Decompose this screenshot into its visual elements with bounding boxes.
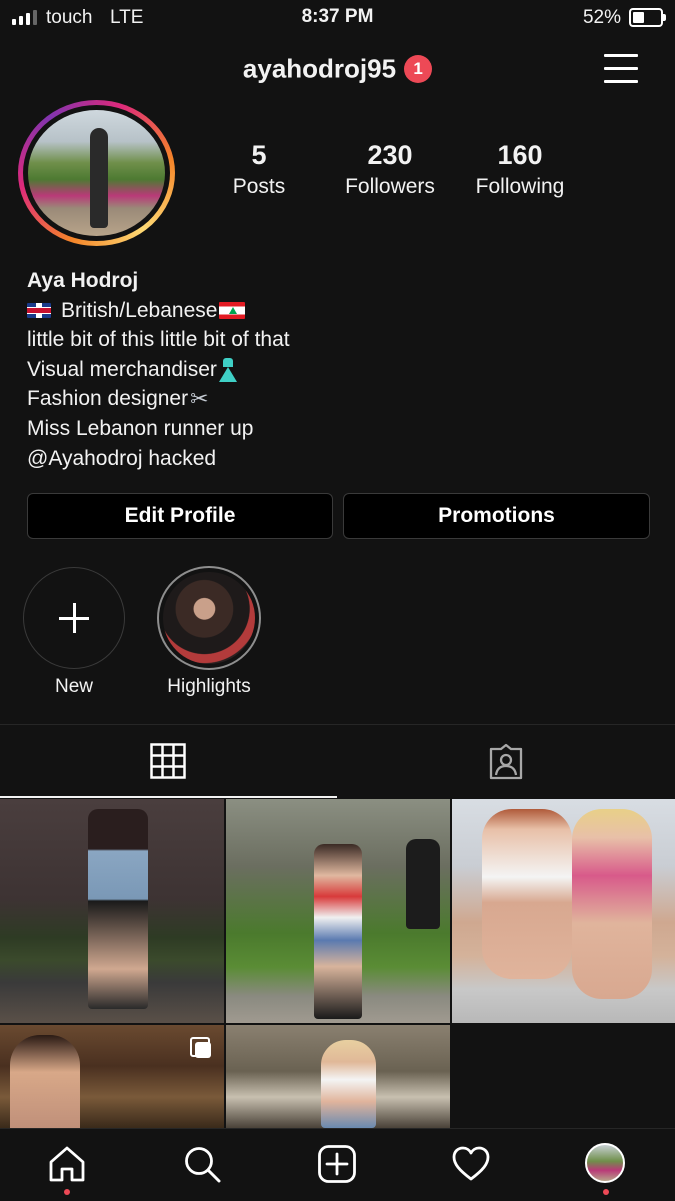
multiple-images-icon	[190, 1037, 212, 1059]
followers-count[interactable]: 230 Followers	[332, 140, 448, 199]
new-highlight-button[interactable]	[23, 567, 125, 669]
highlight-label: Highlights	[167, 676, 251, 697]
profile-avatar[interactable]	[28, 110, 165, 236]
bio-line: Miss Lebanon runner up	[27, 417, 254, 441]
highlight-label-new: New	[54, 676, 93, 697]
add-post-icon[interactable]	[317, 1144, 357, 1184]
dress-icon	[218, 357, 237, 382]
notification-badge[interactable]: 1	[404, 55, 433, 84]
promotions-button[interactable]: Promotions	[343, 493, 650, 539]
highlight-story[interactable]	[157, 566, 261, 670]
highlight-thumbnail	[163, 572, 255, 664]
post-thumbnail[interactable]	[226, 1025, 450, 1128]
bottom-nav	[0, 1128, 675, 1201]
profile-avatar-story-ring[interactable]	[18, 100, 175, 246]
bio-line: little bit of this little bit of that	[27, 328, 290, 351]
battery-percent: 52%	[582, 7, 621, 28]
edit-profile-button[interactable]: Edit Profile	[27, 493, 333, 539]
lebanon-flag-icon	[219, 302, 246, 320]
plus-icon	[59, 603, 89, 633]
following-count[interactable]: 160 Following	[462, 140, 578, 199]
post-thumbnail[interactable]	[0, 799, 224, 1023]
home-active-dot	[64, 1189, 70, 1195]
hamburger-menu-icon[interactable]	[604, 54, 638, 84]
battery-icon	[629, 8, 666, 27]
profile-notification-dot	[603, 1189, 609, 1195]
uk-flag-icon	[27, 303, 51, 319]
status-time: 8:37 PM	[301, 6, 374, 27]
followers-value: 230	[367, 140, 413, 170]
post-thumbnail[interactable]	[0, 1025, 224, 1128]
grid-icon[interactable]	[150, 743, 186, 779]
posts-value: 5	[251, 140, 267, 170]
status-bar: touch LTE 8:37 PM 52%	[0, 0, 675, 36]
followers-label: Followers	[345, 175, 435, 198]
posts-label: Posts	[232, 175, 286, 198]
tagged-icon[interactable]	[487, 743, 525, 781]
profile-name: Aya Hodroj	[27, 269, 139, 292]
profile-bio: Aya Hodroj British/Lebanese little bit o…	[27, 266, 290, 473]
home-icon[interactable]	[47, 1144, 87, 1184]
post-thumbnail[interactable]	[226, 799, 450, 1023]
bio-line-designer: Fashion designer✂	[27, 384, 290, 414]
bio-line-nationality: British/Lebanese	[27, 296, 290, 326]
username[interactable]: ayahodroj95	[243, 54, 396, 84]
scissors-icon: ✂	[190, 386, 209, 412]
profile-avatar[interactable]	[585, 1143, 625, 1183]
divider	[0, 724, 675, 725]
search-icon[interactable]	[182, 1144, 222, 1184]
following-label: Following	[475, 175, 565, 198]
profile-header: ayahodroj95 1	[0, 52, 675, 85]
bio-line-merchandiser: Visual merchandiser	[27, 355, 290, 385]
bio-line-mention[interactable]: @Ayahodroj hacked	[27, 444, 290, 474]
heart-icon[interactable]	[451, 1144, 491, 1184]
post-thumbnail[interactable]	[452, 799, 675, 1023]
posts-count[interactable]: 5 Posts	[219, 140, 299, 199]
following-value: 160	[497, 140, 543, 170]
active-tab-indicator	[0, 796, 337, 798]
